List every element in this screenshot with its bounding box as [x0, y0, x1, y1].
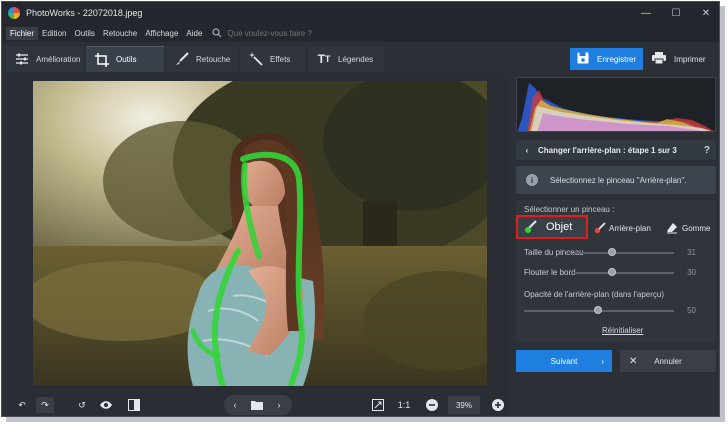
- text-icon: TT: [317, 52, 331, 66]
- menu-edition[interactable]: Edition: [38, 27, 70, 40]
- save-button[interactable]: Enregistrer: [570, 48, 643, 70]
- next-image-icon[interactable]: ›: [272, 397, 286, 413]
- portrait-photo[interactable]: [33, 81, 487, 386]
- feather-track[interactable]: [574, 272, 674, 274]
- bg-opacity-label: Opacité de l'arrière-plan (dans l'aperçu…: [524, 290, 665, 299]
- bg-opacity-value: 50: [687, 306, 696, 315]
- previous-image-icon[interactable]: ‹: [228, 397, 242, 413]
- tab-retouche[interactable]: Retouche: [166, 46, 238, 72]
- brush-objet-label: Objet: [546, 221, 573, 233]
- brush-gomme-label: Gomme: [682, 223, 711, 233]
- menu-outils[interactable]: Outils: [70, 27, 98, 40]
- menu-aide[interactable]: Aide: [182, 27, 206, 40]
- brush-gomme-button[interactable]: Gomme: [666, 222, 710, 234]
- feather-label: Flouter le bord: [524, 268, 576, 277]
- info-icon: i: [526, 174, 538, 186]
- redo-icon[interactable]: ↷: [36, 397, 54, 413]
- minimize-icon[interactable]: —: [631, 2, 661, 24]
- window-shadow-right: [720, 6, 725, 420]
- right-panel: ‹ Changer l'arrière-plan : étape 1 sur 3…: [510, 74, 719, 416]
- eye-icon[interactable]: [98, 397, 114, 413]
- close-x-icon: ✕: [629, 355, 638, 367]
- zoom-out-icon[interactable]: [424, 397, 440, 413]
- feather-handle[interactable]: [608, 268, 616, 276]
- magic-wand-icon: [248, 51, 264, 67]
- info-text: Sélectionnez le pinceau "Arrière-plan".: [550, 175, 687, 185]
- next-label: Suivant: [550, 356, 578, 366]
- fit-to-screen-icon[interactable]: [370, 397, 386, 413]
- brush-icon: [174, 51, 190, 67]
- feather-value: 30: [687, 268, 696, 277]
- reset-link[interactable]: Réinitialiser: [602, 326, 643, 335]
- brush-arriere-plan-button[interactable]: Arrière-plan: [594, 222, 651, 234]
- tab-outils-label: Outils: [116, 55, 137, 64]
- tab-outils[interactable]: Outils: [86, 46, 164, 72]
- info-box: i Sélectionnez le pinceau "Arrière-plan"…: [516, 166, 716, 194]
- chevron-right-icon: ›: [601, 356, 604, 366]
- step-header: ‹ Changer l'arrière-plan : étape 1 sur 3…: [516, 140, 716, 160]
- photoworks-logo-icon: [8, 7, 20, 19]
- actual-size-button[interactable]: 1:1: [394, 397, 414, 413]
- help-button[interactable]: ?: [704, 145, 710, 156]
- compare-icon[interactable]: [126, 397, 142, 413]
- command-search[interactable]: [212, 28, 348, 38]
- tab-legendes-label: Légendes: [338, 54, 374, 64]
- brush-arriere-plan-label: Arrière-plan: [609, 223, 651, 233]
- next-button[interactable]: Suivant ›: [516, 350, 612, 372]
- print-button[interactable]: Imprimer: [648, 48, 710, 70]
- brush-size-value: 31: [687, 248, 696, 257]
- sliders-icon: [14, 51, 30, 67]
- maximize-icon[interactable]: ☐: [661, 2, 691, 24]
- brush-size-handle[interactable]: [608, 248, 616, 256]
- brush-select-label: Sélectionner un pinceau :: [524, 205, 615, 214]
- brush-size-track[interactable]: [574, 252, 674, 254]
- menu-affichage[interactable]: Affichage: [141, 27, 182, 40]
- cancel-button[interactable]: ✕ Annuler: [620, 350, 716, 372]
- close-icon[interactable]: ✕: [691, 2, 719, 24]
- undo-icon[interactable]: ↶: [14, 397, 30, 413]
- printer-icon: [652, 52, 666, 66]
- photo-canvas[interactable]: [33, 81, 487, 386]
- bg-opacity-handle[interactable]: [594, 306, 602, 314]
- tab-effets-label: Effets: [270, 54, 291, 64]
- zoom-in-icon[interactable]: [490, 397, 506, 413]
- floppy-disk-icon: [577, 52, 589, 66]
- tab-row: Amélioration Outils Retouche Effets TT L…: [2, 42, 719, 74]
- crop-icon: [94, 52, 110, 68]
- tab-retouche-label: Retouche: [196, 54, 231, 64]
- histogram: [516, 77, 716, 132]
- menu-fichier[interactable]: Fichier: [6, 26, 39, 40]
- brush-settings: Sélectionner un pinceau : Objet Arrière-…: [516, 200, 716, 342]
- back-chevron-icon[interactable]: ‹: [516, 146, 538, 155]
- bottom-toolbar: ↶ ↷ ↺ ‹ › 1:1 39%: [2, 390, 510, 416]
- step-title: Changer l'arrière-plan : étape 1 sur 3: [538, 145, 677, 155]
- eraser-icon: [666, 222, 678, 234]
- canvas-area[interactable]: [2, 74, 510, 390]
- tab-amelioration[interactable]: Amélioration: [6, 46, 84, 72]
- window-title: PhotoWorks - 22072018.jpeg: [26, 8, 143, 18]
- cancel-label: Annuler: [654, 356, 682, 366]
- app-window: PhotoWorks - 22072018.jpeg — ☐ ✕ Fichier…: [1, 1, 720, 417]
- save-label: Enregistrer: [597, 54, 637, 64]
- menu-retouche[interactable]: Retouche: [99, 27, 141, 40]
- folder-icon[interactable]: [249, 397, 265, 413]
- window-shadow-bottom: [6, 417, 725, 422]
- rotate-icon[interactable]: ↺: [74, 397, 90, 413]
- red-brush-icon: [594, 222, 606, 234]
- title-bar: PhotoWorks - 22072018.jpeg — ☐ ✕: [2, 2, 719, 24]
- green-brush-icon: [524, 220, 538, 234]
- menu-bar: Fichier Edition Outils Retouche Affichag…: [2, 24, 719, 42]
- tab-effets[interactable]: Effets: [240, 46, 306, 72]
- tab-legendes[interactable]: TT Légendes: [308, 46, 384, 72]
- zoom-level[interactable]: 39%: [448, 396, 480, 414]
- search-icon: [212, 28, 222, 38]
- search-input[interactable]: [227, 28, 348, 38]
- tab-amelioration-label: Amélioration: [36, 54, 81, 64]
- print-label: Imprimer: [674, 54, 706, 64]
- brush-objet-button[interactable]: Objet: [516, 215, 588, 239]
